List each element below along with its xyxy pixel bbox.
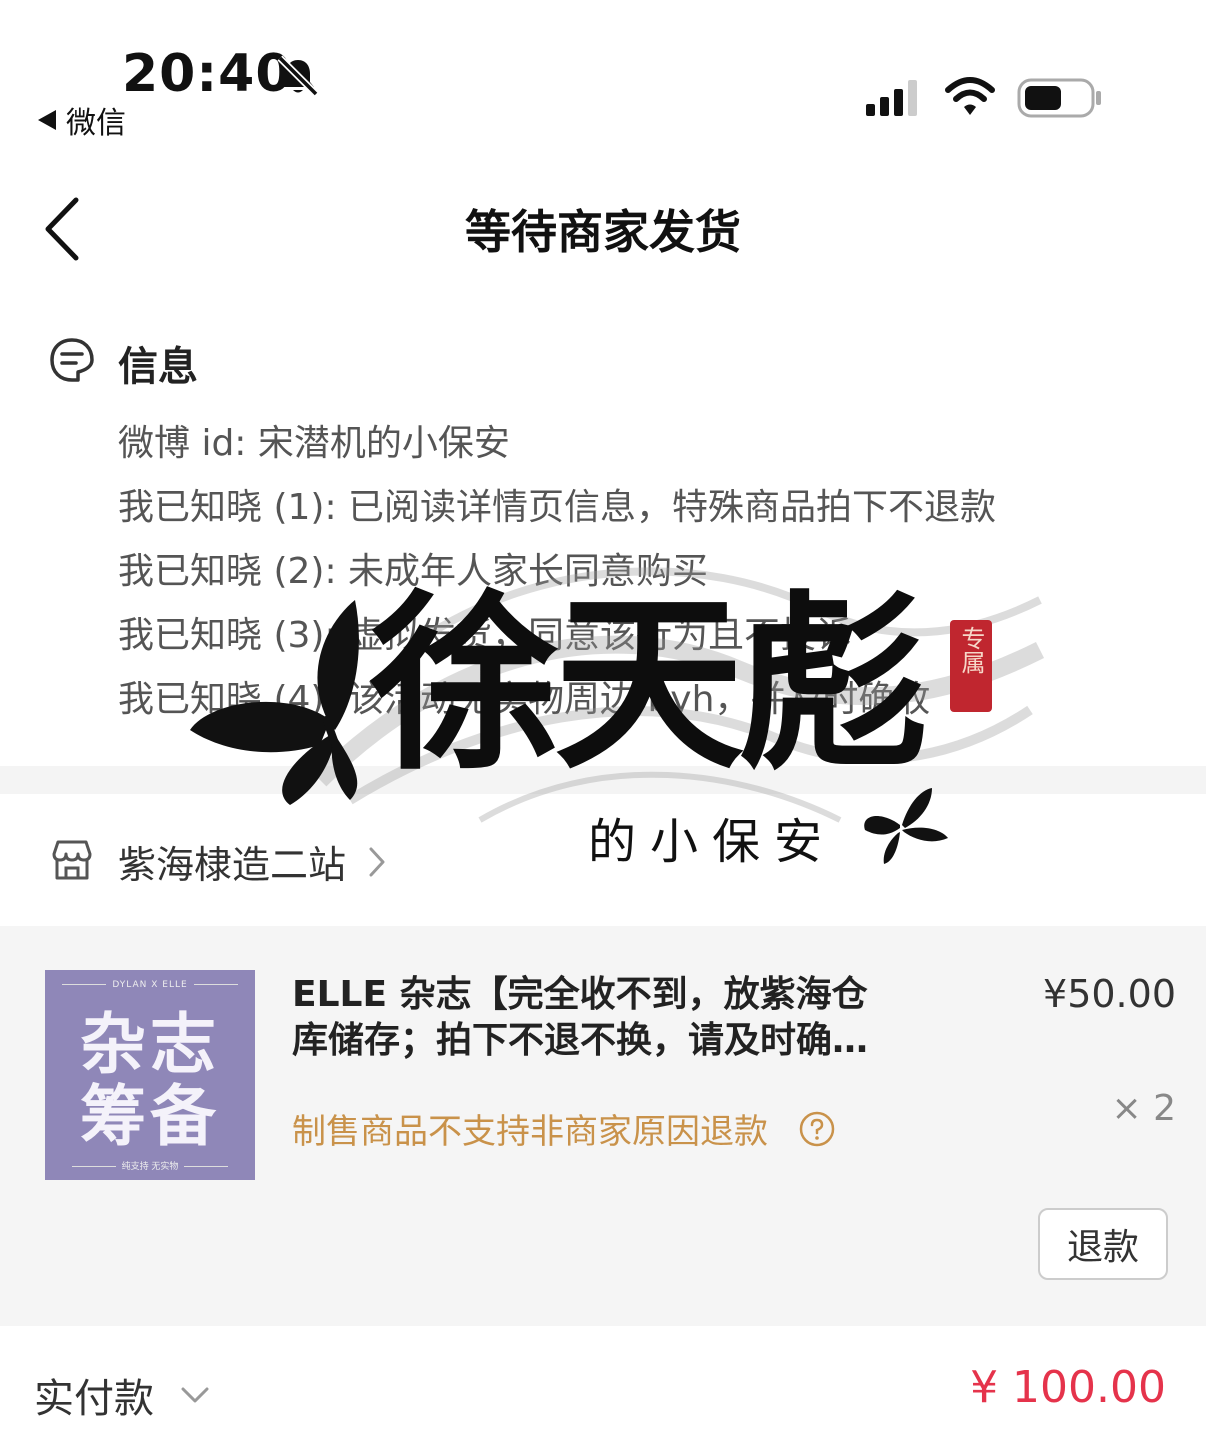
info-list: 微博 id: 宋潜机的小保安 我已知晓 (1): 已阅读详情页信息，特殊商品拍下…	[118, 412, 996, 732]
watermark-sub-text: 的小保安	[588, 814, 836, 870]
chevron-right-icon	[369, 847, 385, 876]
thumb-main-text: 杂志	[80, 1006, 220, 1083]
refund-button[interactable]: 退款	[1038, 1208, 1168, 1280]
back-app-label: 微信	[66, 106, 126, 141]
battery-icon	[1017, 78, 1101, 118]
signal-icon	[866, 80, 917, 116]
status-time: 20:40	[122, 44, 293, 104]
info-line: 我已知晓 (2): 未成年人家长同意购买	[118, 551, 709, 592]
refund-notice-text: 制售商品不支持非商家原因退款	[292, 1112, 768, 1152]
back-to-app-link[interactable]: 微信	[38, 98, 126, 142]
thumb-footer-text: 纯支持 无实物	[45, 1159, 255, 1172]
info-line: 微博 id: 宋潜机的小保安	[118, 423, 510, 464]
total-amount: ¥ 100.00	[970, 1362, 1166, 1413]
chevron-down-icon	[181, 1387, 209, 1403]
shop-name: 紫海棣造二站	[118, 843, 347, 887]
refund-notice: 制售商品不支持非商家原因退款	[292, 1104, 836, 1153]
info-line: 我已知晓 (1): 已阅读详情页信息，特殊商品拍下不退款	[118, 487, 997, 528]
product-thumbnail[interactable]: DYLAN X ELLE 杂志 筹备 纯支持 无实物	[45, 970, 255, 1180]
info-line: 我已知晓 (3): 虚拟发货，同意该行为且不投诉	[118, 615, 853, 656]
wifi-icon	[945, 77, 995, 115]
total-label: 实付款	[34, 1376, 154, 1422]
back-triangle-icon	[38, 110, 56, 130]
thumb-header-text: DYLAN X ELLE	[45, 980, 255, 990]
shop-link[interactable]: 紫海棣造二站	[118, 834, 386, 889]
section-divider	[0, 766, 1206, 794]
butterfly-icon	[864, 788, 948, 864]
thumb-main-text: 筹备	[80, 1078, 220, 1155]
bell-slash-icon	[277, 55, 319, 97]
store-icon	[52, 840, 92, 880]
info-line: 我已知晓 (4): 该活动无实物周边 byh，并及时确收	[118, 679, 931, 720]
product-card: DYLAN X ELLE 杂志 筹备 纯支持 无实物 ELLE 杂志【完全收不到…	[0, 926, 1206, 1326]
product-price: ¥50.00	[1043, 972, 1176, 1016]
question-circle-icon[interactable]	[798, 1110, 836, 1148]
page-title: 等待商家发货	[465, 205, 741, 259]
product-title[interactable]: ELLE 杂志【完全收不到，放紫海仓库储存；拍下不退不换，请及时确收】	[292, 972, 882, 1064]
total-toggle[interactable]: 实付款	[34, 1366, 210, 1424]
message-note-icon	[50, 338, 94, 382]
product-quantity: × 2	[1111, 1088, 1176, 1129]
info-section-title: 信息	[118, 344, 198, 390]
